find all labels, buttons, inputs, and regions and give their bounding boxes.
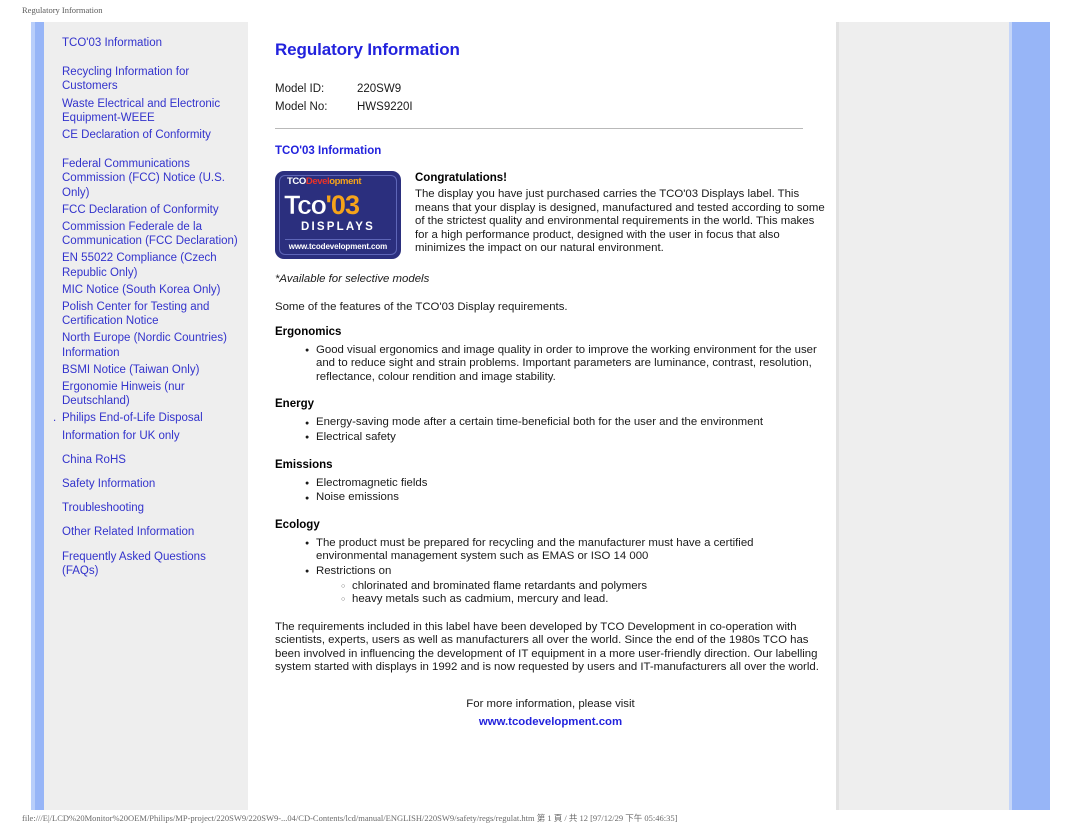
list-item: The product must be prepared for recycli… — [305, 536, 826, 564]
sidebar-item-17[interactable]: Troubleshooting — [62, 501, 240, 515]
sidebar-item-5[interactable]: FCC Declaration of Conformity — [62, 203, 240, 217]
feature-bullet-list-0: Good visual ergonomics and image quality… — [275, 343, 826, 385]
list-item: Electrical safety — [305, 430, 826, 445]
list-item: Energy-saving mode after a certain time-… — [305, 416, 826, 431]
tcodevelopment-link[interactable]: www.tcodevelopment.com — [479, 716, 622, 728]
page-title: Regulatory Information — [275, 40, 460, 59]
browser-status-bar: file:///E|/LCD%20Monitor%20OEM/Philips/M… — [0, 812, 1080, 824]
congratulations-text-block: Congratulations! The display you have ju… — [415, 171, 826, 267]
list-item: Electromagnetic fields — [305, 476, 826, 491]
feature-bullet-list-2: Electromagnetic fieldsNoise emissions — [275, 476, 826, 506]
sidebar-item-marker: . — [53, 412, 57, 425]
model-no-value: HWS9220I — [357, 101, 413, 113]
feature-heading-1: Energy — [275, 398, 314, 411]
sidebar-item-12[interactable]: Ergonomie Hinweis (nur Deutschland) — [62, 380, 240, 408]
document-frame: TCO'03 Information Recycling Information … — [31, 22, 1050, 810]
tco-top-opment: opment — [329, 176, 362, 187]
feature-sections: Ergonomics Good visual ergonomics and ima… — [275, 326, 826, 607]
tco-top-devel: Devel — [305, 176, 330, 187]
sidebar-item-11[interactable]: BSMI Notice (Taiwan Only) — [62, 363, 240, 377]
table-row: Model No: HWS9220I — [275, 100, 413, 118]
sidebar-item-13[interactable]: Philips End-of-Life Disposal — [62, 411, 240, 425]
tco-03-mark: Tco'03 — [284, 190, 392, 221]
left-accent-band — [31, 22, 44, 810]
congratulations-row: TCODevelopment Tco'03 DISPLAYS www.tcode… — [275, 171, 826, 267]
tco-logo-url: www.tcodevelopment.com — [285, 239, 391, 253]
more-information-block: For more information, please visit www.t… — [275, 697, 826, 730]
tco-top-tco: TCO — [287, 176, 306, 187]
right-accent-band — [1009, 22, 1050, 810]
list-item: Good visual ergonomics and image quality… — [305, 343, 826, 385]
list-item: chlorinated and brominated flame retarda… — [341, 580, 826, 594]
feature-heading-3: Ecology — [275, 518, 320, 531]
closing-paragraph: The requirements included in this label … — [275, 620, 819, 674]
feature-heading-0: Ergonomics — [275, 325, 342, 338]
tco-displays-word: DISPLAYS — [300, 221, 376, 233]
model-no-label: Model No: — [275, 101, 328, 113]
right-accent-band-edge — [1009, 22, 1012, 810]
congratulations-heading: Congratulations! — [415, 172, 507, 184]
sidebar-item-15[interactable]: China RoHS — [62, 453, 240, 467]
sidebar-item-3[interactable]: CE Declaration of Conformity — [62, 128, 240, 142]
list-item: Noise emissions — [305, 491, 826, 506]
sidebar-item-2[interactable]: Waste Electrical and Electronic Equipmen… — [62, 97, 240, 125]
sidebar-item-14[interactable]: Information for UK only — [62, 429, 240, 443]
feature-bullet-list-3: The product must be prepared for recycli… — [275, 536, 826, 607]
sidebar-item-16[interactable]: Safety Information — [62, 477, 240, 491]
sidebar-item-4[interactable]: Federal Communications Commission (FCC) … — [62, 157, 240, 200]
sidebar-item-6[interactable]: Commission Federale de la Communication … — [62, 220, 240, 248]
list-item: Restrictions on — [305, 564, 826, 579]
sidebar-item-7[interactable]: EN 55022 Compliance (Czech Republic Only… — [62, 251, 240, 279]
available-models-note: *Available for selective models — [275, 272, 430, 285]
tco-development-wordmark: TCODevelopment — [287, 176, 390, 188]
browser-header-title: Regulatory Information — [22, 5, 103, 15]
browser-page-header: Regulatory Information — [0, 0, 1080, 20]
sidebar-item-10[interactable]: North Europe (Nordic Countries) Informat… — [62, 331, 240, 359]
sidebar-item-0[interactable]: TCO'03 Information — [62, 36, 240, 50]
visit-line: For more information, please visit — [466, 698, 635, 711]
sidebar-item-19[interactable]: Frequently Asked Questions (FAQs) — [62, 550, 240, 578]
feature-sub-bullet-list-3: chlorinated and brominated flame retarda… — [305, 580, 826, 607]
sidebar-item-8[interactable]: MIC Notice (South Korea Only) — [62, 283, 240, 297]
model-info-table: Model ID: 220SW9 Model No: HWS9220I — [275, 82, 413, 118]
sidebar-item-1[interactable]: Recycling Information for Customers — [62, 65, 240, 93]
model-id-label: Model ID: — [275, 83, 325, 95]
divider — [275, 128, 803, 129]
tco03-displays-logo-icon: TCODevelopment Tco'03 DISPLAYS www.tcode… — [275, 171, 401, 259]
section-title-tco03: TCO'03 Information — [275, 145, 382, 157]
status-bar-text: file:///E|/LCD%20Monitor%20OEM/Philips/M… — [22, 813, 678, 823]
list-item: heavy metals such as cadmium, mercury an… — [341, 593, 826, 607]
main-content: Regulatory Information Model ID: 220SW9 … — [248, 22, 836, 810]
feature-heading-2: Emissions — [275, 458, 333, 471]
right-side-panel — [836, 22, 1050, 810]
feature-bullet-list-1: Energy-saving mode after a certain time-… — [275, 416, 826, 445]
tco-mark-word: Tco — [284, 190, 328, 221]
sidebar-item-18[interactable]: Other Related Information — [62, 525, 240, 539]
tco-mark-year: 03 — [330, 190, 360, 220]
sidebar-item-9[interactable]: Polish Center for Testing and Certificat… — [62, 300, 240, 328]
table-row: Model ID: 220SW9 — [275, 82, 413, 100]
model-id-value: 220SW9 — [357, 83, 402, 95]
sidebar-navigation: TCO'03 Information Recycling Information … — [44, 22, 248, 810]
right-panel-left-edge — [836, 22, 839, 810]
features-intro: Some of the features of the TCO'03 Displ… — [275, 300, 568, 313]
left-accent-band-highlight — [31, 22, 35, 810]
congratulations-body: The display you have just purchased carr… — [415, 188, 825, 255]
